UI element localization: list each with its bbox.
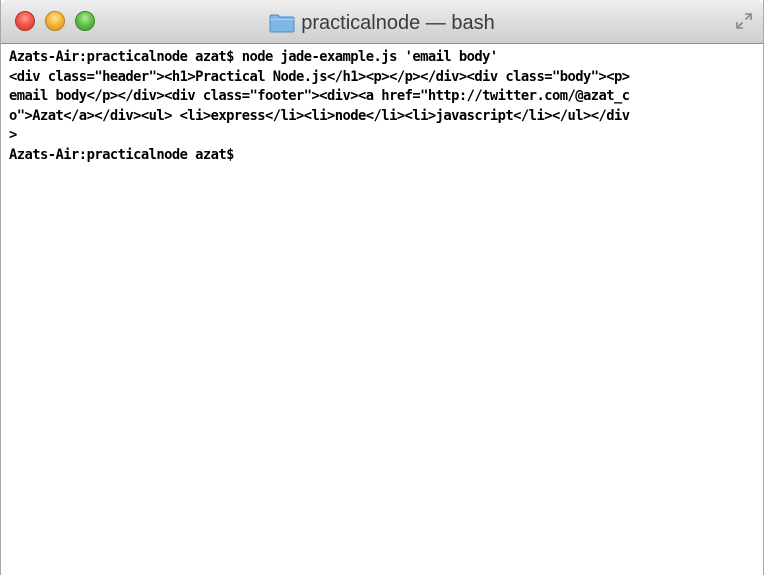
terminal-line: Azats-Air:practicalnode azat$ node jade-… (9, 49, 498, 65)
fullscreen-arrows-icon[interactable] (735, 12, 753, 30)
terminal-line: o">Azat</a></div><ul> <li>express</li><l… (9, 107, 630, 124)
title-bar[interactable]: practicalnode — bash (1, 0, 763, 44)
terminal-output[interactable]: Azats-Air:practicalnode azat$ node jade-… (1, 44, 763, 575)
terminal-line: > (9, 127, 17, 144)
terminal-window: practicalnode — bash Azats-Air:practical… (0, 0, 764, 575)
terminal-line: <div class="header"><h1>Practical Node.j… (9, 68, 630, 85)
terminal-prompt-line: Azats-Air:practicalnode azat$ (9, 146, 234, 163)
window-title: practicalnode — bash (301, 11, 495, 34)
terminal-line: email body</p></div><div class="footer">… (9, 88, 630, 105)
folder-icon (269, 13, 295, 33)
window-title-group: practicalnode — bash (1, 9, 763, 37)
